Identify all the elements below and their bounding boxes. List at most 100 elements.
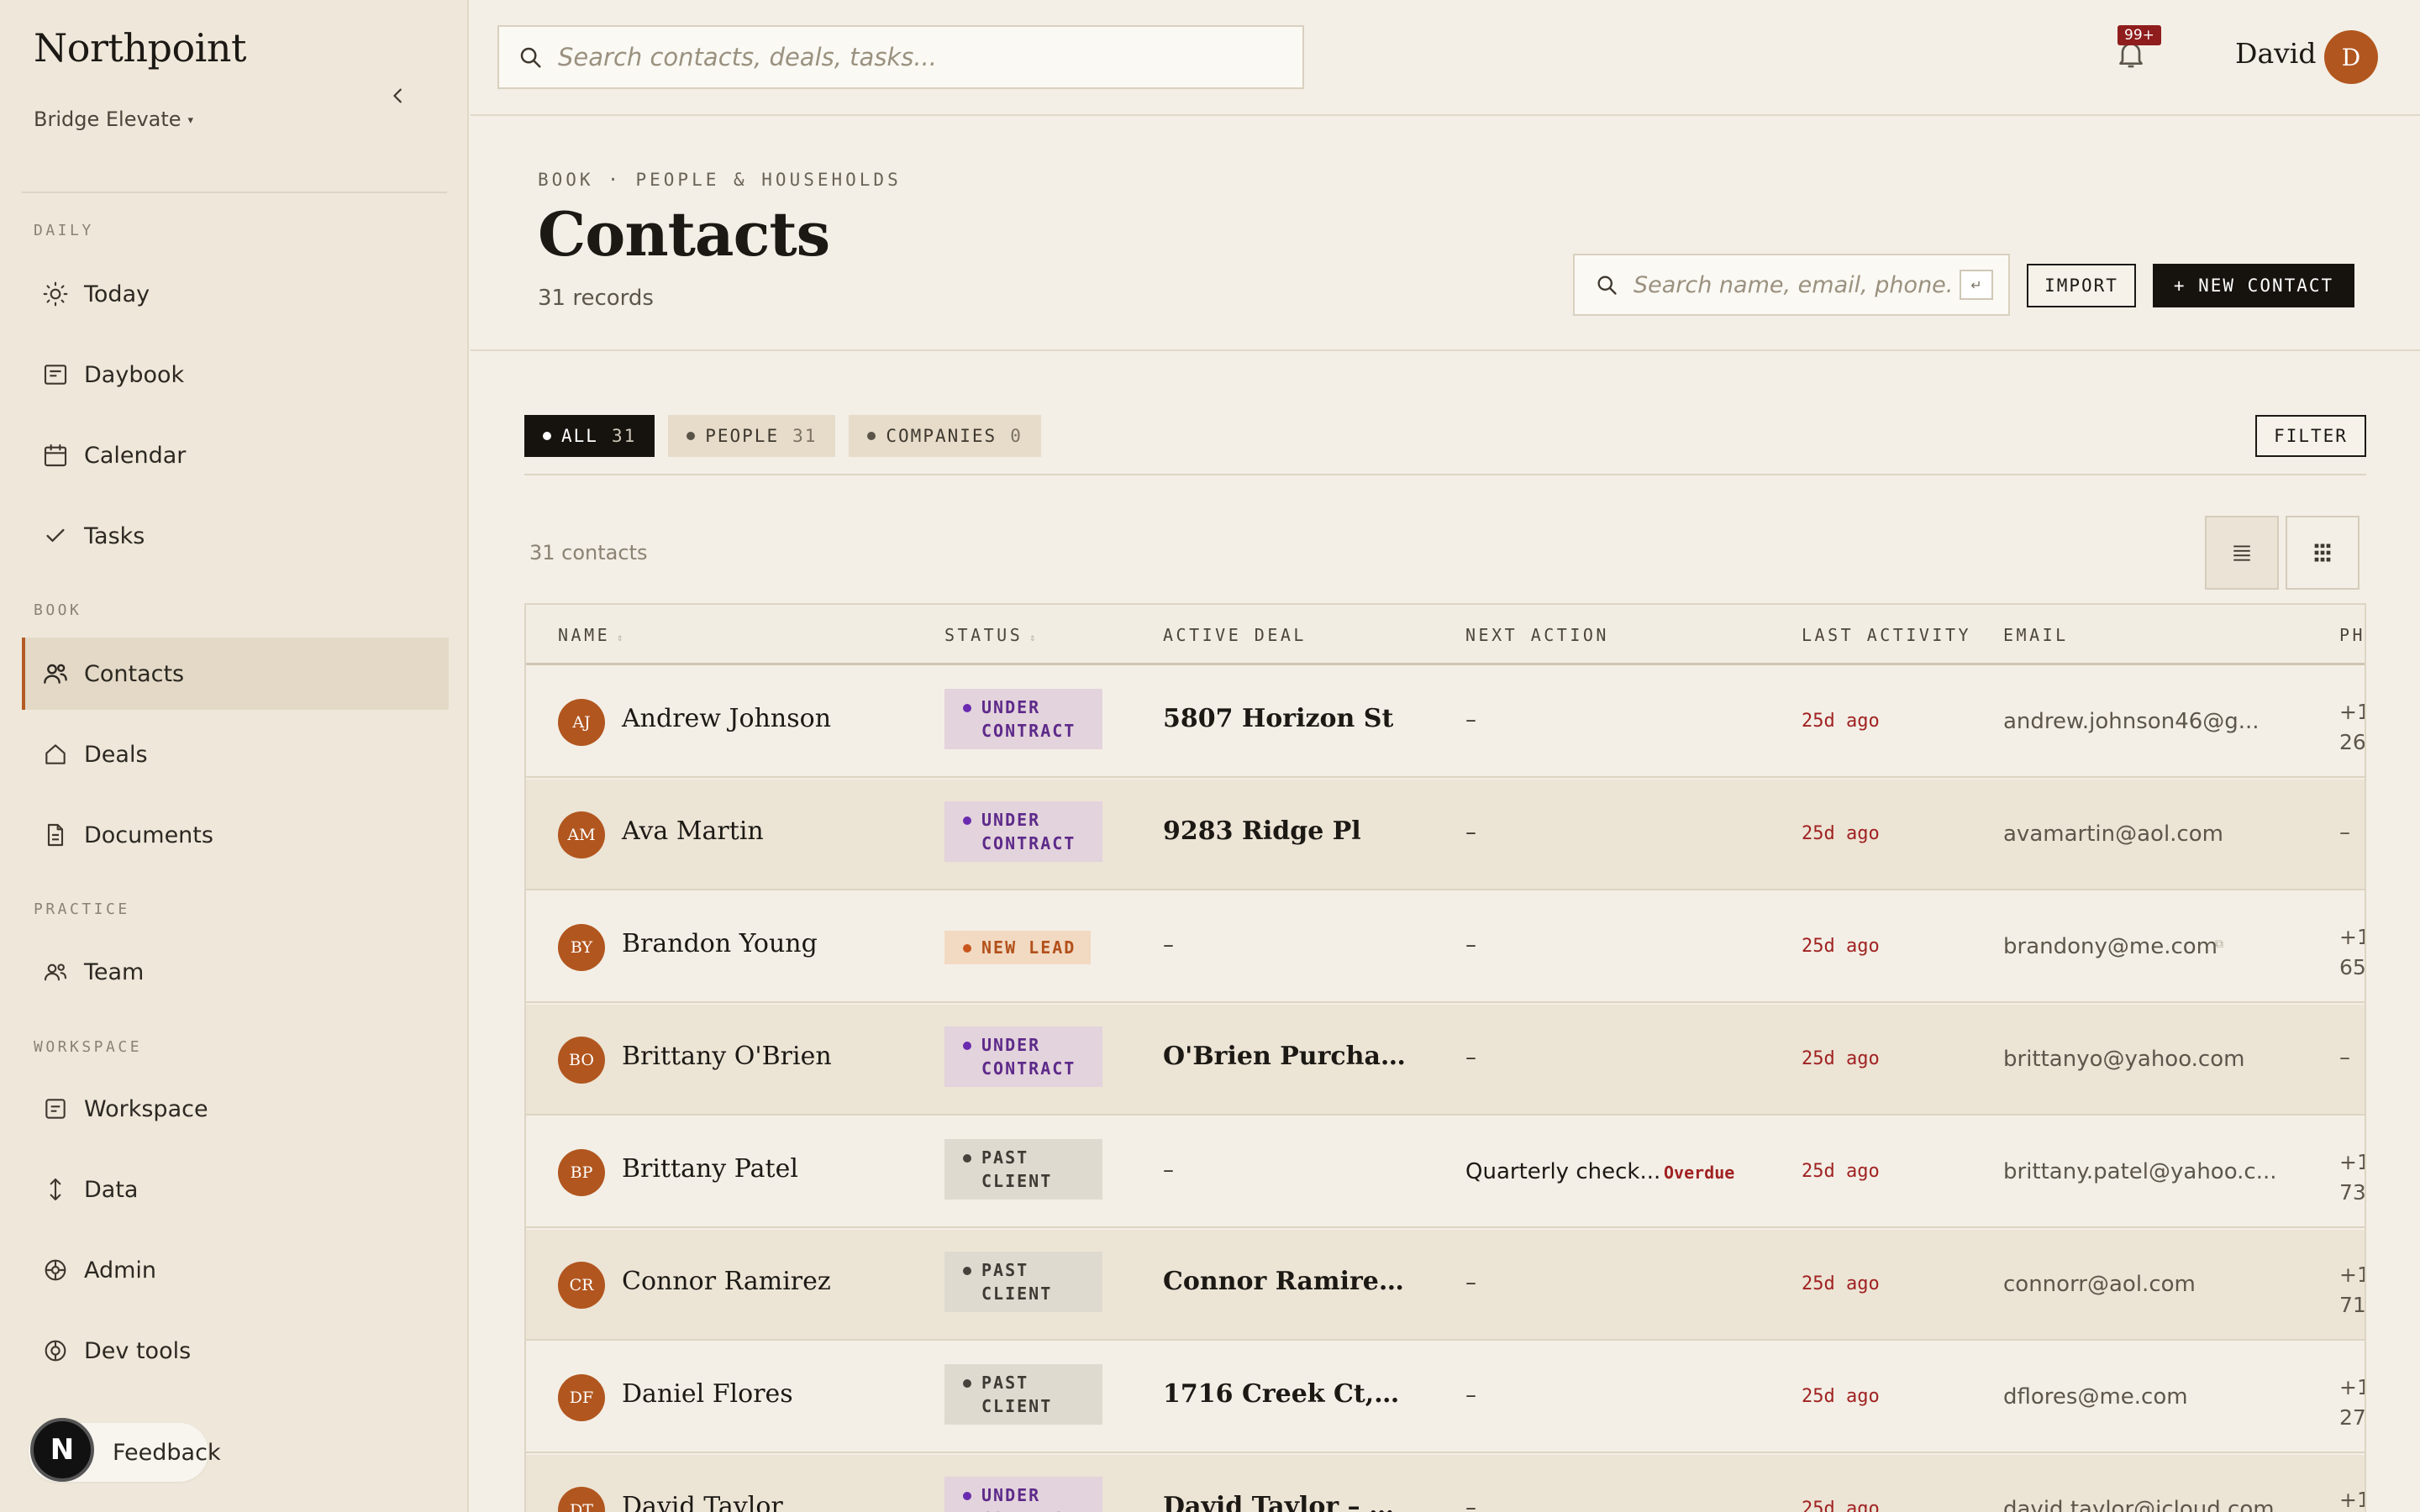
sidebar-item-contacts[interactable]: Contacts	[22, 638, 449, 710]
column-header-active-deal[interactable]: ACTIVE DEAL	[1163, 625, 1307, 645]
filter-button[interactable]: FILTER	[2255, 415, 2366, 457]
sidebar-item-documents[interactable]: Documents	[22, 799, 449, 871]
active-deal[interactable]: O'Brien Purchase	[1163, 1042, 1407, 1071]
section-label-book: BOOK	[34, 601, 82, 619]
grid-view-button[interactable]	[2286, 516, 2360, 590]
table-row[interactable]: BY Brandon Young NEW LEAD – – 25d ago brandony…	[526, 892, 2365, 1003]
status-badge: UNDER CONTRACT	[944, 689, 1102, 749]
contact-email[interactable]: brittany.patel@yahoo.c...	[2003, 1159, 2277, 1184]
sidebar-item-label: Dev tools	[84, 1337, 192, 1364]
contact-phone[interactable]: +127	[2339, 1373, 2365, 1433]
team-icon	[40, 957, 71, 987]
contact-name[interactable]: Ava Martin	[622, 816, 764, 846]
next-action-empty: –	[1465, 1045, 1476, 1070]
contacts-search-input[interactable]	[1634, 271, 1953, 298]
sidebar-item-label: Team	[84, 958, 145, 985]
contact-email[interactable]: dflores@me.com	[2003, 1384, 2188, 1410]
next-action[interactable]: Quarterly check...	[1465, 1159, 1660, 1184]
collapse-sidebar-button[interactable]	[383, 81, 413, 111]
devtools-icon	[40, 1336, 71, 1366]
contact-email[interactable]: david.taylor@icloud.com	[2003, 1497, 2275, 1512]
sort-icon: ⇕	[1029, 632, 1039, 643]
contact-name[interactable]: Brittany Patel	[622, 1154, 798, 1184]
contact-email[interactable]: connorr@aol.com	[2003, 1272, 2196, 1297]
active-deal[interactable]: David Taylor – Scot...	[1163, 1492, 1407, 1512]
status-badge: UNDER CONTRACT	[944, 801, 1102, 862]
active-deal[interactable]: 1716 Creek Ct, Cott...	[1163, 1379, 1407, 1409]
records-count: 31 records	[538, 286, 654, 311]
sidebar-item-daybook[interactable]: Daybook	[22, 339, 449, 411]
user-name[interactable]: David	[2235, 37, 2316, 70]
tab-all[interactable]: ALL 31	[524, 415, 655, 457]
sidebar-item-tasks[interactable]: Tasks	[22, 500, 449, 572]
new-contact-button[interactable]: + NEW CONTACT	[2153, 264, 2354, 307]
active-deal[interactable]: 5807 Horizon St	[1163, 704, 1393, 733]
admin-icon	[40, 1255, 71, 1285]
contact-phone[interactable]: +171	[2339, 1260, 2365, 1320]
contact-phone-empty: –	[2339, 1045, 2350, 1070]
table-row[interactable]: AJ Andrew Johnson UNDER CONTRACT 5807 Horiz…	[526, 667, 2365, 778]
table-row[interactable]: BP Brittany Patel PAST CLIENT – Quarterly ch…	[526, 1117, 2365, 1228]
sidebar-item-label: Deals	[84, 741, 148, 768]
sidebar-item-deals[interactable]: Deals	[22, 718, 449, 790]
page-title: Contacts	[538, 198, 830, 270]
sidebar-item-data[interactable]: Data	[22, 1153, 449, 1226]
contact-phone[interactable]: +110	[2339, 1485, 2365, 1512]
global-search-input[interactable]	[558, 43, 1281, 71]
contact-phone[interactable]: +165	[2339, 922, 2365, 983]
contact-name[interactable]: Connor Ramirez	[622, 1267, 831, 1296]
status-label: UNDER CONTRACT	[981, 1485, 1074, 1512]
sidebar-item-label: Admin	[84, 1257, 157, 1284]
table-row[interactable]: AM Ava Martin UNDER CONTRACT 9283 Ridge Pl –…	[526, 780, 2365, 890]
active-deal[interactable]: 9283 Ridge Pl	[1163, 816, 1361, 846]
contact-name[interactable]: Brandon Young	[622, 929, 818, 958]
tab-count: 31	[611, 426, 637, 446]
table-row[interactable]: CR Connor Ramirez PAST CLIENT Connor Ramire…	[526, 1230, 2365, 1341]
contact-email[interactable]: brandony@me.com	[2003, 934, 2217, 959]
column-header-status[interactable]: STATUS ⇕	[944, 625, 1039, 645]
workspace-icon	[40, 1094, 71, 1124]
workspace-selector[interactable]: Bridge Elevate ▾	[34, 108, 193, 131]
sidebar-item-label: Contacts	[84, 660, 185, 687]
active-deal[interactable]: Connor Ramirez – S...	[1163, 1267, 1407, 1296]
import-button[interactable]: IMPORT	[2027, 264, 2136, 307]
copy-icon[interactable]: ⧉	[2215, 937, 2223, 951]
user-avatar[interactable]: D	[2324, 30, 2378, 84]
sidebar-item-dev-tools[interactable]: Dev tools	[22, 1315, 449, 1387]
brand-logo[interactable]: Northpoint	[34, 25, 247, 71]
tab-people[interactable]: PEOPLE 31	[668, 415, 836, 457]
global-search[interactable]	[497, 25, 1304, 89]
contact-email[interactable]: brittanyo@yahoo.com	[2003, 1047, 2244, 1072]
contacts-search[interactable]: ↵	[1573, 254, 2010, 316]
contact-email[interactable]: avamartin@aol.com	[2003, 822, 2223, 847]
section-label-workspace: WORKSPACE	[34, 1038, 143, 1056]
home-icon	[40, 739, 71, 769]
contact-phone[interactable]: +126	[2339, 697, 2365, 758]
contact-phone[interactable]: +173	[2339, 1147, 2365, 1208]
contact-name[interactable]: David Taylor	[622, 1492, 783, 1512]
sidebar-item-team[interactable]: Team	[22, 936, 449, 1008]
contact-email[interactable]: andrew.johnson46@g...	[2003, 709, 2260, 734]
column-header-phone[interactable]: PHONE	[2339, 625, 2365, 645]
sidebar-item-admin[interactable]: Admin	[22, 1234, 449, 1306]
list-view-button[interactable]	[2205, 516, 2279, 590]
table-row[interactable]: BO Brittany O'Brien UNDER CONTRACT O'Brien …	[526, 1005, 2365, 1116]
column-header-name[interactable]: NAME ⇕	[558, 625, 626, 645]
contact-name[interactable]: Andrew Johnson	[622, 704, 831, 733]
contacts-count: 31 contacts	[529, 541, 648, 564]
next-action-empty: –	[1465, 1270, 1476, 1295]
status-label: PAST CLIENT	[981, 1147, 1053, 1191]
tab-companies[interactable]: COMPANIES 0	[849, 415, 1041, 457]
contact-name[interactable]: Brittany O'Brien	[622, 1042, 832, 1071]
sidebar-item-workspace[interactable]: Workspace	[22, 1073, 449, 1145]
sidebar-item-calendar[interactable]: Calendar	[22, 419, 449, 491]
column-header-next-action[interactable]: NEXT ACTION	[1465, 625, 1609, 645]
table-row[interactable]: DTDavid TaylorUNDER CONTRACTDavid Taylor…	[526, 1455, 2365, 1512]
check-icon	[40, 521, 71, 551]
table-row[interactable]: DF Daniel Flores PAST CLIENT 1716 Creek Ct,…	[526, 1342, 2365, 1453]
column-header-email[interactable]: EMAIL	[2003, 625, 2069, 645]
app-badge-icon[interactable]: N	[30, 1418, 94, 1482]
sidebar-item-today[interactable]: Today	[22, 258, 449, 330]
column-header-last-activity[interactable]: LAST ACTIVITY	[1802, 625, 1971, 645]
contact-name[interactable]: Daniel Flores	[622, 1379, 793, 1409]
